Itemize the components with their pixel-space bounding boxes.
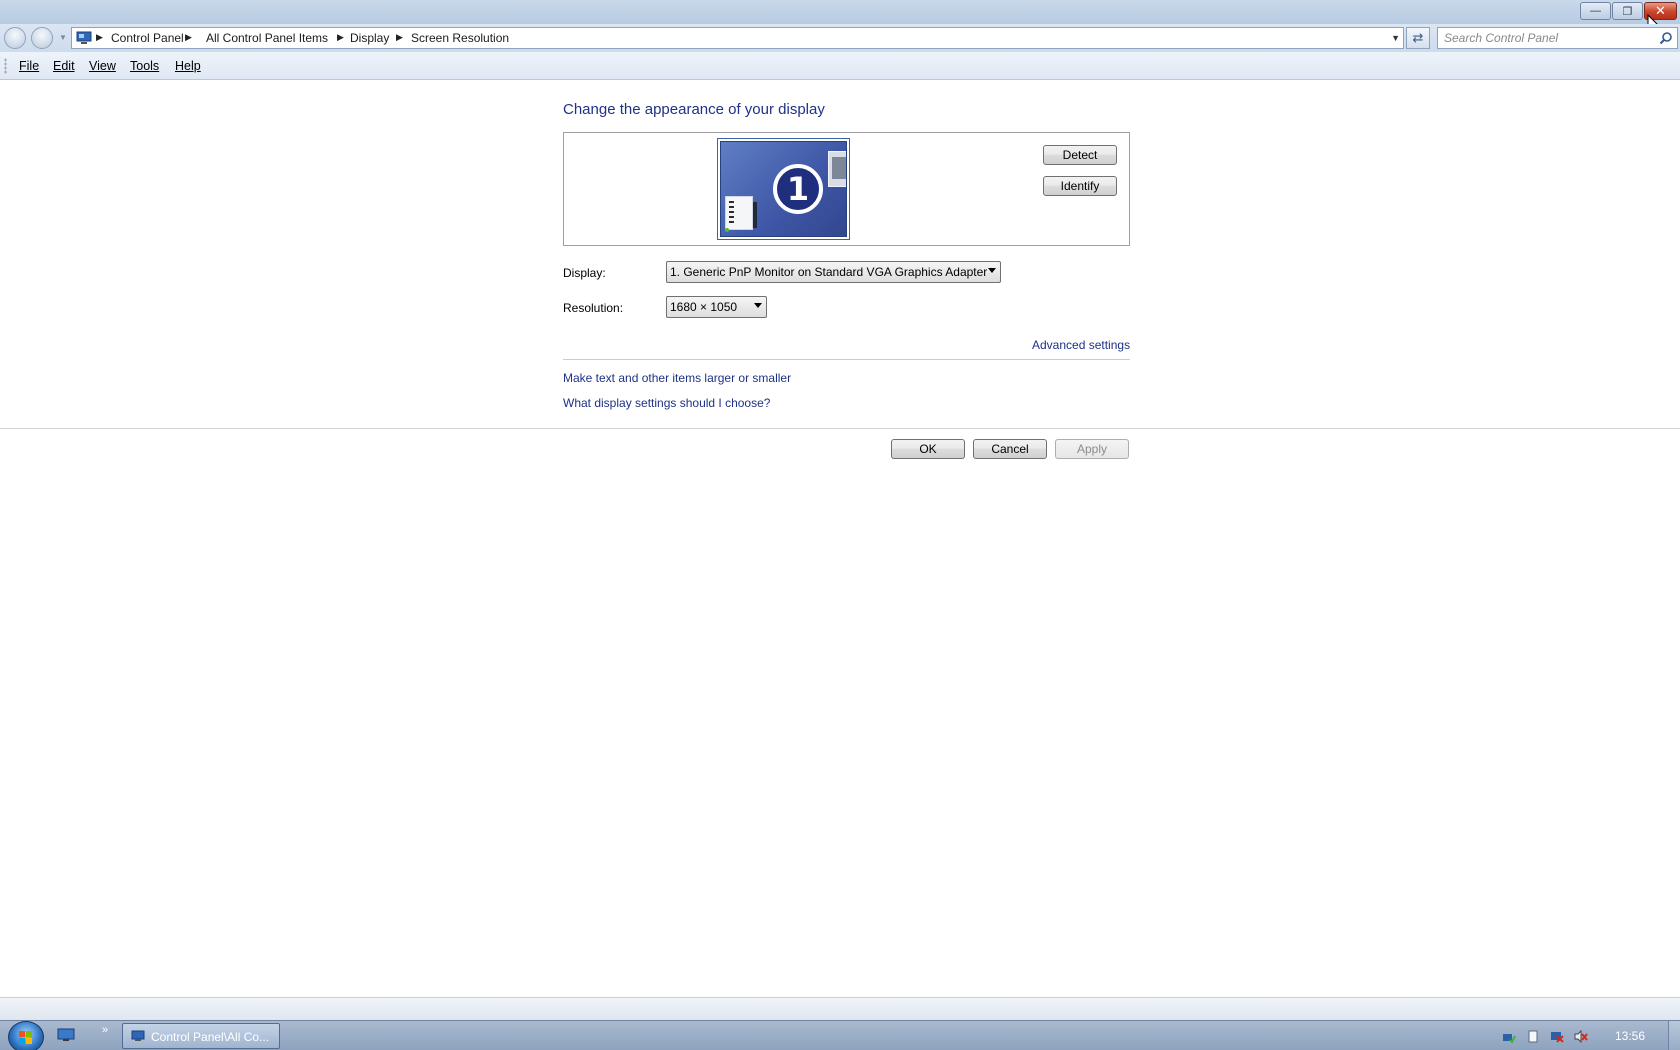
chevron-down-icon [754, 303, 762, 308]
menu-view[interactable]: View [89, 59, 116, 73]
quicklaunch-overflow-button[interactable]: » [102, 1024, 108, 1036]
ok-button[interactable]: OK [891, 439, 965, 459]
resolution-label: Resolution: [563, 301, 624, 315]
monitor-number-badge: 1 [773, 164, 823, 214]
button-area-divider [0, 428, 1680, 429]
resolution-select-value: 1680 × 1050 [670, 300, 738, 314]
text-size-link[interactable]: Make text and other items larger or smal… [563, 371, 791, 385]
breadcrumb-control-panel[interactable]: Control Panel [111, 31, 184, 45]
forward-button[interactable] [31, 27, 53, 49]
taskbar-item-label: Control Panel\All Co... [151, 1030, 270, 1044]
mini-dock-thumbnail [753, 202, 757, 228]
restore-icon: ❐ [1622, 5, 1633, 18]
menu-grip [4, 58, 7, 74]
apply-button[interactable]: Apply [1055, 439, 1129, 459]
cancel-button[interactable]: Cancel [973, 439, 1047, 459]
breadcrumb-all-items[interactable]: All Control Panel Items [206, 31, 328, 45]
refresh-button[interactable]: ⇄ [1406, 27, 1430, 49]
section-divider [563, 359, 1130, 360]
search-input[interactable] [1444, 30, 1649, 46]
breadcrumb-separator-icon[interactable]: ▶ [185, 32, 192, 43]
mini-start-icon [725, 228, 729, 232]
recent-pages-dropdown[interactable]: ▼ [59, 33, 67, 42]
control-panel-icon [131, 1030, 145, 1041]
document-tray-icon[interactable] [1526, 1030, 1540, 1043]
minimize-button[interactable]: — [1580, 2, 1611, 20]
display-select[interactable]: 1. Generic PnP Monitor on Standard VGA G… [666, 261, 1001, 283]
address-history-dropdown-icon[interactable]: ▼ [1391, 33, 1400, 43]
display-select-value: 1. Generic PnP Monitor on Standard VGA G… [670, 265, 988, 279]
breadcrumb-display[interactable]: Display [350, 31, 389, 45]
network-tray-icon[interactable] [1502, 1030, 1516, 1043]
resolution-select[interactable]: 1680 × 1050 [666, 296, 767, 318]
detect-button[interactable]: Detect [1043, 145, 1117, 165]
network-disconnected-tray-icon[interactable] [1550, 1030, 1564, 1043]
breadcrumb-separator-icon[interactable]: ▶ [96, 32, 103, 43]
monitor-preview: 1 [720, 141, 847, 237]
menu-help[interactable]: Help [175, 59, 201, 73]
system-clock[interactable]: 13:56 [1615, 1029, 1645, 1043]
volume-muted-tray-icon[interactable] [1574, 1030, 1588, 1043]
advanced-settings-link[interactable]: Advanced settings [1032, 338, 1130, 352]
control-panel-icon [76, 31, 92, 44]
search-box[interactable] [1437, 27, 1678, 49]
start-button[interactable] [8, 1021, 44, 1050]
show-desktop-quicklaunch-icon[interactable] [57, 1028, 75, 1042]
minimize-icon: — [1590, 5, 1601, 17]
menu-file[interactable]: File [19, 59, 39, 73]
identify-button[interactable]: Identify [1043, 176, 1117, 196]
search-icon[interactable] [1659, 31, 1673, 45]
refresh-icon: ⇄ [1412, 30, 1424, 45]
mini-document-thumbnail [725, 196, 753, 230]
display-help-link[interactable]: What display settings should I choose? [563, 396, 770, 410]
show-desktop-button[interactable] [1668, 1021, 1680, 1050]
chevron-down-icon [988, 268, 996, 273]
display-label: Display: [563, 266, 606, 280]
menu-edit[interactable]: Edit [53, 59, 75, 73]
taskbar-item-control-panel[interactable]: Control Panel\All Co... [122, 1023, 280, 1049]
breadcrumb-screen-resolution[interactable]: Screen Resolution [411, 31, 509, 45]
breadcrumb-separator-icon[interactable]: ▶ [337, 32, 344, 43]
monitor-1-tile[interactable]: 1 [717, 138, 850, 240]
page-title: Change the appearance of your display [563, 101, 825, 118]
address-bar[interactable]: ▶ Control Panel ▶ All Control Panel Item… [71, 27, 1404, 49]
windows-logo-icon [19, 1031, 32, 1044]
status-bar [0, 997, 1680, 1020]
menu-bar: File Edit View Tools Help [0, 52, 1680, 80]
menu-tools[interactable]: Tools [130, 59, 159, 73]
taskbar: » Control Panel\All Co... 13:56 [0, 1020, 1680, 1050]
title-bar: — ❐ ✕ [0, 0, 1680, 24]
navigation-bar: ▼ ▶ Control Panel ▶ All Control Panel It… [0, 24, 1680, 52]
mini-window-thumbnail [828, 151, 846, 187]
breadcrumb-separator-icon[interactable]: ▶ [396, 32, 403, 43]
monitor-arrangement-panel: 1 Detect Identify [563, 132, 1130, 246]
back-button[interactable] [4, 27, 26, 49]
restore-button[interactable]: ❐ [1612, 2, 1643, 20]
